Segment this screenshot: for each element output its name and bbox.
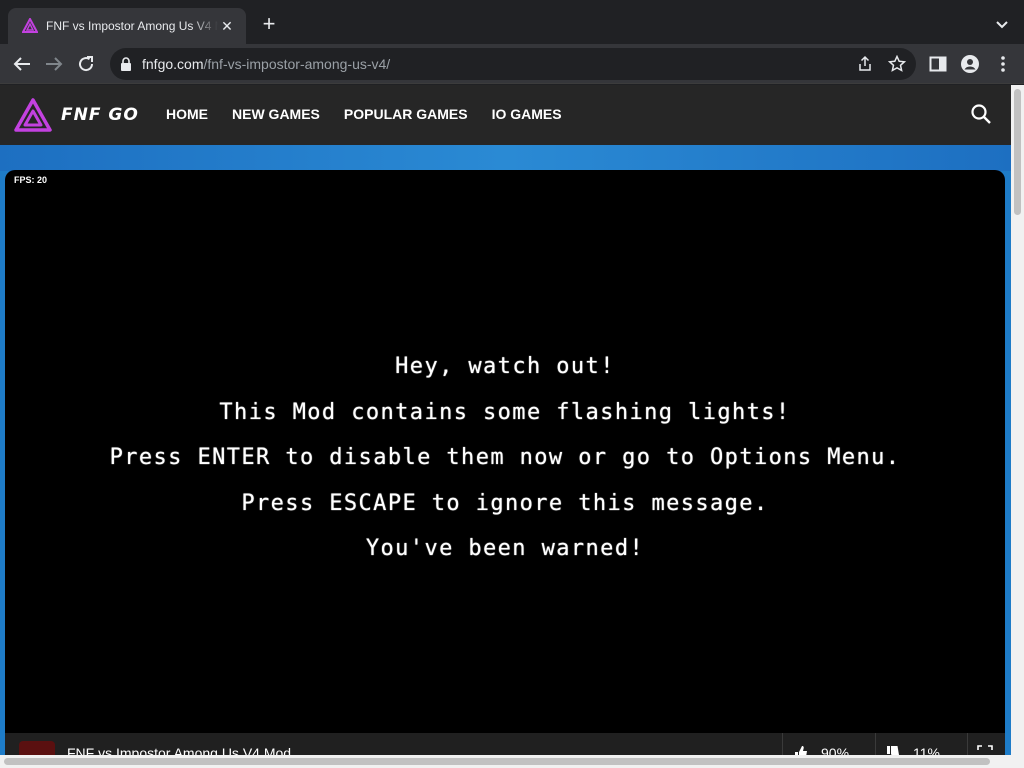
warning-line: This Mod contains some flashing lights!: [219, 399, 791, 425]
horizontal-scrollbar[interactable]: [0, 755, 1011, 768]
address-bar[interactable]: fnfgo.com/fnf-vs-impostor-among-us-v4/: [110, 48, 916, 80]
horizontal-scrollbar-thumb[interactable]: [4, 758, 990, 765]
site-header: FNF GO HOME NEW GAMES POPULAR GAMES IO G…: [0, 85, 1011, 145]
nav-io-games[interactable]: IO GAMES: [492, 106, 562, 122]
page-background-band: [0, 145, 1011, 171]
vertical-scrollbar-thumb[interactable]: [1014, 89, 1021, 215]
kebab-menu-icon[interactable]: [993, 54, 1013, 74]
vertical-scrollbar[interactable]: [1011, 85, 1024, 768]
search-icon[interactable]: [970, 103, 992, 125]
browser-tab[interactable]: FNF vs Impostor Among Us V4 Mod ✕: [8, 8, 246, 44]
new-tab-icon[interactable]: +: [258, 13, 280, 35]
reload-icon[interactable]: [74, 52, 98, 76]
fps-counter: FPS: 20: [14, 175, 48, 185]
browser-toolbar: fnfgo.com/fnf-vs-impostor-among-us-v4/: [0, 44, 1024, 84]
tab-close-icon[interactable]: ✕: [218, 17, 236, 35]
page-viewport: FNF GO HOME NEW GAMES POPULAR GAMES IO G…: [0, 85, 1011, 768]
site-favicon-icon: [22, 18, 38, 33]
bookmark-star-icon[interactable]: [888, 55, 906, 73]
warning-line: Hey, watch out!: [395, 354, 615, 379]
flashing-lights-warning: Hey, watch out! This Mod contains some f…: [5, 344, 1005, 572]
profile-avatar-icon[interactable]: [960, 54, 980, 74]
warning-line: Press ENTER to disable them now or go to…: [109, 445, 901, 470]
nav-home[interactable]: HOME: [166, 106, 208, 122]
side-panel-icon[interactable]: [928, 54, 948, 74]
forward-arrow-icon[interactable]: [42, 52, 66, 76]
warning-line: Press ESCAPE to ignore this message.: [241, 490, 769, 516]
site-nav: HOME NEW GAMES POPULAR GAMES IO GAMES: [166, 106, 562, 122]
tab-title: FNF vs Impostor Among Us V4 Mod: [46, 19, 218, 33]
share-icon[interactable]: [856, 55, 874, 73]
warning-line: You've been warned!: [365, 536, 645, 561]
url-text[interactable]: fnfgo.com/fnf-vs-impostor-among-us-v4/: [142, 56, 390, 72]
tab-strip: FNF vs Impostor Among Us V4 Mod ✕ +: [0, 0, 1024, 44]
site-logo-text[interactable]: FNF GO: [61, 105, 139, 125]
lock-icon[interactable]: [120, 57, 132, 71]
game-canvas[interactable]: FPS: 20 Hey, watch out! This Mod contain…: [5, 170, 1005, 768]
back-arrow-icon[interactable]: [10, 52, 34, 76]
nav-new-games[interactable]: NEW GAMES: [232, 106, 320, 122]
fnfgo-logo-icon[interactable]: [14, 98, 52, 132]
nav-popular-games[interactable]: POPULAR GAMES: [344, 106, 468, 122]
chevron-down-icon[interactable]: [992, 14, 1012, 34]
